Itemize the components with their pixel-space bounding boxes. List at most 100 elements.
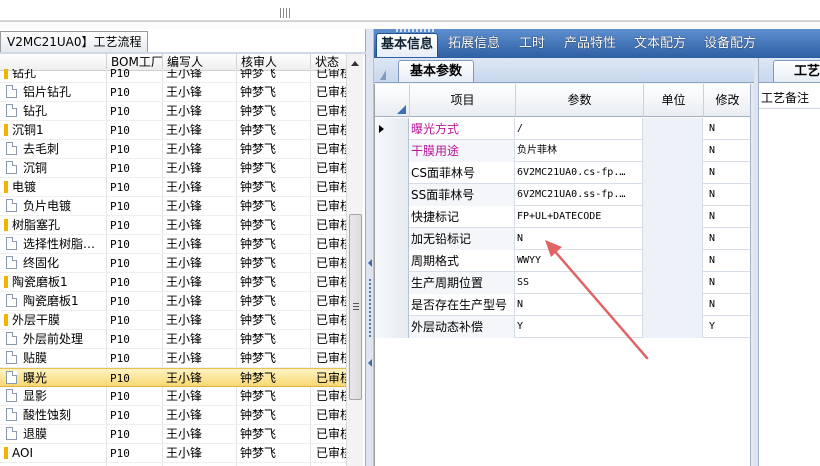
tree-row[interactable]: 负片电镀 P10 王小锋 钟梦飞 已审核 — [0, 197, 346, 216]
folder-icon — [4, 124, 8, 136]
param-modify-cell: N — [703, 140, 751, 162]
param-value-cell[interactable]: SS — [515, 272, 643, 294]
tree-row[interactable]: 酸性蚀刻 P10 王小锋 钟梦飞 已审核 — [0, 406, 346, 425]
param-row[interactable]: 快捷标记 FP+UL+DATECODE N — [375, 206, 751, 228]
row-header[interactable] — [375, 118, 409, 140]
checker-cell: 钟梦飞 — [240, 313, 277, 327]
tree-row[interactable]: 外层干膜 P10 王小锋 钟梦飞 已审核 — [0, 311, 346, 330]
row-header[interactable] — [375, 162, 409, 184]
process-flow-tab[interactable]: V2MC21UA0】工艺流程 — [0, 31, 149, 53]
tree-row[interactable]: 树脂塞孔 P10 王小锋 钟梦飞 已审核 — [0, 216, 346, 235]
panel-splitter[interactable] — [366, 29, 374, 466]
tree-row[interactable]: 陶瓷磨板1 P10 王小锋 钟梦飞 已审核 — [0, 292, 346, 311]
select-all-corner-icon[interactable] — [397, 105, 406, 114]
collapse-left-arrow-icon[interactable] — [368, 359, 372, 367]
param-value-cell[interactable]: 6V2MC21UA0.ss-fp.… — [515, 184, 643, 206]
param-item-cell: 外层动态补偿 — [409, 316, 515, 338]
param-row[interactable]: CS面菲林号 6V2MC21UA0.cs-fp.… N — [375, 162, 751, 184]
tree-row[interactable]: 沉铜1 P10 王小锋 钟梦飞 已审核 — [0, 121, 346, 140]
tree-row[interactable]: 钻孔 P10 王小锋 钟梦飞 已审核 — [0, 102, 346, 121]
param-row[interactable]: 加无铅标记 N N — [375, 228, 751, 250]
param-row[interactable]: SS面菲林号 6V2MC21UA0.ss-fp.… N — [375, 184, 751, 206]
subtab-basic-params[interactable]: 基本参数 — [398, 60, 474, 82]
tree-row[interactable]: 钻孔 P10 王小锋 钟梦飞 已审核 — [0, 69, 346, 83]
tree-row[interactable]: 显影 P10 王小锋 钟梦飞 已审核 — [0, 387, 346, 406]
tree-node-label: 外层前处理 — [23, 332, 84, 346]
param-value-cell[interactable]: WWYY — [515, 250, 643, 272]
row-header[interactable] — [375, 228, 409, 250]
column-header-unit[interactable]: 单位 — [643, 84, 703, 117]
tree-node-label: 铝片钻孔 — [23, 85, 72, 99]
tab-work-hours[interactable]: 工时 — [510, 33, 554, 57]
status-cell: 已审核 — [316, 199, 346, 213]
tree-row[interactable]: 沉铜 P10 王小锋 钟梦飞 已审核 — [0, 159, 346, 178]
row-header[interactable] — [375, 316, 409, 338]
tree-row[interactable]: 选择性树脂… P10 王小锋 钟梦飞 已审核 — [0, 235, 346, 254]
row-header[interactable] — [375, 140, 409, 162]
document-icon — [6, 389, 17, 402]
row-header[interactable] — [375, 294, 409, 316]
tab-basic-info[interactable]: 基本信息 — [376, 33, 438, 57]
param-row[interactable]: 是否存在生产型号 N N — [375, 294, 751, 316]
document-icon — [6, 294, 17, 307]
tree-node-name: 钻孔 — [0, 69, 106, 83]
main-tab-strip: 基本信息 拓展信息 工时 产品特性 文本配方 设备配方 — [374, 29, 820, 58]
param-value-cell[interactable]: 负片菲林 — [515, 140, 643, 162]
column-header-modify[interactable]: 修改 — [703, 84, 751, 117]
tree-row[interactable]: 铝片钻孔 P10 王小锋 钟梦飞 已审核 — [0, 83, 346, 102]
tab-equipment-recipe[interactable]: 设备配方 — [698, 33, 762, 57]
tree-node-name: 去毛刺 — [0, 140, 106, 159]
row-header[interactable] — [375, 272, 409, 294]
top-horizontal-scrollbar[interactable] — [0, 0, 820, 22]
tree-row[interactable]: 陶瓷磨板1 P10 王小锋 钟梦飞 已审核 — [0, 273, 346, 292]
bom-cell: P10 — [110, 390, 130, 403]
param-value-cell[interactable]: / — [515, 118, 643, 140]
writer-cell: 王小锋 — [166, 332, 203, 346]
status-cell: 已审核 — [316, 371, 346, 385]
param-unit-cell — [643, 184, 703, 206]
param-value-cell[interactable]: 6V2MC21UA0.cs-fp.… — [515, 162, 643, 184]
tree-row[interactable]: AOI P10 王小锋 钟梦飞 已审核 — [0, 444, 346, 463]
tree-row[interactable]: 贴膜 P10 王小锋 钟梦飞 已审核 — [0, 349, 346, 368]
tree-node-label: 树脂塞孔 — [12, 218, 61, 232]
tree-row[interactable]: 电镀 P10 王小锋 钟梦飞 已审核 — [0, 178, 346, 197]
param-row[interactable]: 生产周期位置 SS N — [375, 272, 751, 294]
tree-vertical-scrollbar[interactable] — [346, 54, 363, 466]
tree-node-label: 显影 — [23, 389, 48, 403]
collapse-left-arrow-icon[interactable] — [368, 259, 372, 267]
param-row[interactable]: 干膜用途 负片菲林 N — [375, 140, 751, 162]
tree-row[interactable]: 退膜 P10 王小锋 钟梦飞 已审核 — [0, 425, 346, 444]
column-header-param[interactable]: 参数 — [515, 84, 643, 117]
checker-cell: 钟梦飞 — [240, 332, 277, 346]
tree-row-selected[interactable]: 曝光 P10 王小锋 钟梦飞 已审核 — [0, 368, 346, 387]
param-value-cell[interactable]: Y — [515, 316, 643, 338]
param-value-cell[interactable]: FP+UL+DATECODE — [515, 206, 643, 228]
status-cell: 已审核 — [316, 104, 346, 118]
bom-cell: P10 — [110, 69, 130, 80]
tree-row[interactable]: 去毛刺 P10 王小锋 钟梦飞 已审核 — [0, 140, 346, 159]
param-row[interactable]: 外层动态补偿 Y Y — [375, 316, 751, 338]
row-header[interactable] — [375, 206, 409, 228]
param-row[interactable]: 曝光方式 / N — [375, 118, 751, 140]
scroll-thumb[interactable] — [349, 214, 362, 400]
tab-extended-info[interactable]: 拓展信息 — [442, 33, 506, 57]
tab-product-features[interactable]: 产品特性 — [558, 33, 622, 57]
tab-text-recipe[interactable]: 文本配方 — [628, 33, 692, 57]
status-cell: 已审核 — [316, 256, 346, 270]
scroll-up-arrow-icon[interactable] — [351, 61, 359, 66]
row-header[interactable] — [375, 184, 409, 206]
tree-row[interactable]: 外层前处理 P10 王小锋 钟梦飞 已审核 — [0, 330, 346, 349]
column-header-item[interactable]: 项目 — [409, 84, 515, 117]
tree-node-name: 铝片钻孔 — [0, 83, 106, 102]
row-header[interactable] — [375, 250, 409, 272]
process-remarks-label: 工艺备注 — [761, 91, 810, 105]
param-value-cell[interactable]: N — [515, 228, 643, 250]
tree-node-name: 电镀 — [0, 178, 106, 197]
param-row[interactable]: 周期格式 WWYY N — [375, 250, 751, 272]
tree-node-label: 曝光 — [23, 371, 48, 385]
document-icon — [6, 85, 17, 98]
splitter-grip-icon[interactable] — [280, 8, 290, 18]
tree-row[interactable]: 终固化 P10 王小锋 钟梦飞 已审核 — [0, 254, 346, 273]
tab-process[interactable]: 工艺 — [773, 60, 820, 82]
param-value-cell[interactable]: N — [515, 294, 643, 316]
